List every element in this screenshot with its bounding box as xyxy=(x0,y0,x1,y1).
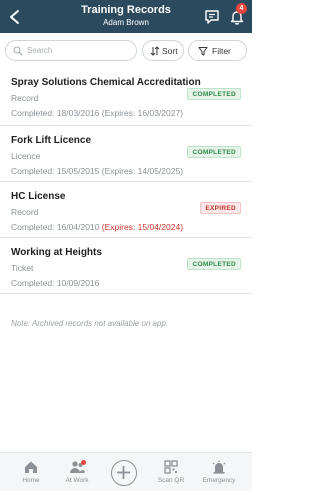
record-title: Working at Heights xyxy=(11,247,102,258)
status-badge: COMPLETED xyxy=(187,258,241,270)
tab-scan-qr[interactable]: Scan QR xyxy=(146,453,196,491)
search-placeholder: Search xyxy=(27,46,53,55)
expiry-date: (Expires: 14/05/2025) xyxy=(101,166,184,176)
qr-code-icon xyxy=(164,460,178,474)
filter-label: Filter xyxy=(212,46,231,56)
completed-date: Completed: 15/05/2015 xyxy=(11,166,100,176)
search-input[interactable]: Search xyxy=(5,40,137,61)
record-type: Record xyxy=(11,207,39,217)
record-type: Licence xyxy=(11,151,41,161)
tab-emergency[interactable]: Emergency xyxy=(194,453,244,491)
record-item[interactable]: Working at Heights Ticket Completed: 10/… xyxy=(0,238,252,294)
search-icon xyxy=(13,46,23,56)
tab-at-work-label: At Work xyxy=(65,477,89,484)
record-dates: Completed: 15/05/2015 (Expires: 14/05/20… xyxy=(11,166,183,176)
record-title: HC License xyxy=(11,191,66,202)
siren-icon xyxy=(212,460,226,474)
completed-date: Completed: 10/09/2016 xyxy=(11,278,100,288)
record-title: Spray Solutions Chemical Accreditation xyxy=(11,77,201,88)
filter-button[interactable]: Filter xyxy=(188,40,247,61)
records-list: Spray Solutions Chemical Accreditation R… xyxy=(0,68,252,294)
record-dates: Completed: 16/04/2010 (Expires: 15/04/20… xyxy=(11,222,183,232)
app-header: Training Records Adam Brown 4 xyxy=(0,0,252,33)
record-type: Record xyxy=(11,93,39,103)
sort-button[interactable]: Sort xyxy=(142,40,184,61)
plus-icon xyxy=(117,466,130,479)
page-title: Training Records xyxy=(81,4,171,16)
tab-home-label: Home xyxy=(22,477,40,484)
status-badge: COMPLETED xyxy=(187,146,241,158)
sort-label: Sort xyxy=(162,46,178,56)
chat-icon[interactable] xyxy=(203,8,221,26)
user-name: Adam Brown xyxy=(103,18,149,27)
tab-emergency-label: Emergency xyxy=(202,477,236,484)
header-titles: Training Records Adam Brown xyxy=(60,4,192,28)
record-type: Ticket xyxy=(11,263,34,273)
tab-at-work[interactable]: At Work xyxy=(52,453,102,491)
record-title: Fork Lift Licence xyxy=(11,135,92,146)
notification-badge: 4 xyxy=(236,3,247,14)
record-item[interactable]: HC License Record Completed: 16/04/2010 … xyxy=(0,182,252,238)
sort-icon xyxy=(150,46,160,56)
tab-scan-qr-label: Scan QR xyxy=(157,477,185,484)
chevron-left-icon[interactable] xyxy=(8,9,22,25)
home-icon xyxy=(25,461,37,473)
record-dates: Completed: 18/03/2016 (Expires: 16/03/20… xyxy=(11,108,183,118)
at-work-indicator xyxy=(81,460,86,465)
expiry-date: (Expires: 16/03/2027) xyxy=(101,108,184,118)
expiry-date: (Expires: 15/04/2024) xyxy=(101,222,184,232)
toolbar: Search Sort Filter xyxy=(0,40,252,62)
status-badge: COMPLETED xyxy=(187,88,241,100)
record-dates: Completed: 10/09/2016 xyxy=(11,278,99,288)
filter-icon xyxy=(198,47,208,56)
record-item[interactable]: Fork Lift Licence Licence Completed: 15/… xyxy=(0,126,252,182)
status-badge: EXPIRED xyxy=(200,202,241,214)
record-item[interactable]: Spray Solutions Chemical Accreditation R… xyxy=(0,68,252,126)
archive-note: Note: Archived records not available on … xyxy=(11,319,169,328)
add-button[interactable] xyxy=(111,460,137,486)
completed-date: Completed: 16/04/2010 xyxy=(11,222,100,232)
tab-home[interactable]: Home xyxy=(6,453,56,491)
completed-date: Completed: 18/03/2016 xyxy=(11,108,100,118)
